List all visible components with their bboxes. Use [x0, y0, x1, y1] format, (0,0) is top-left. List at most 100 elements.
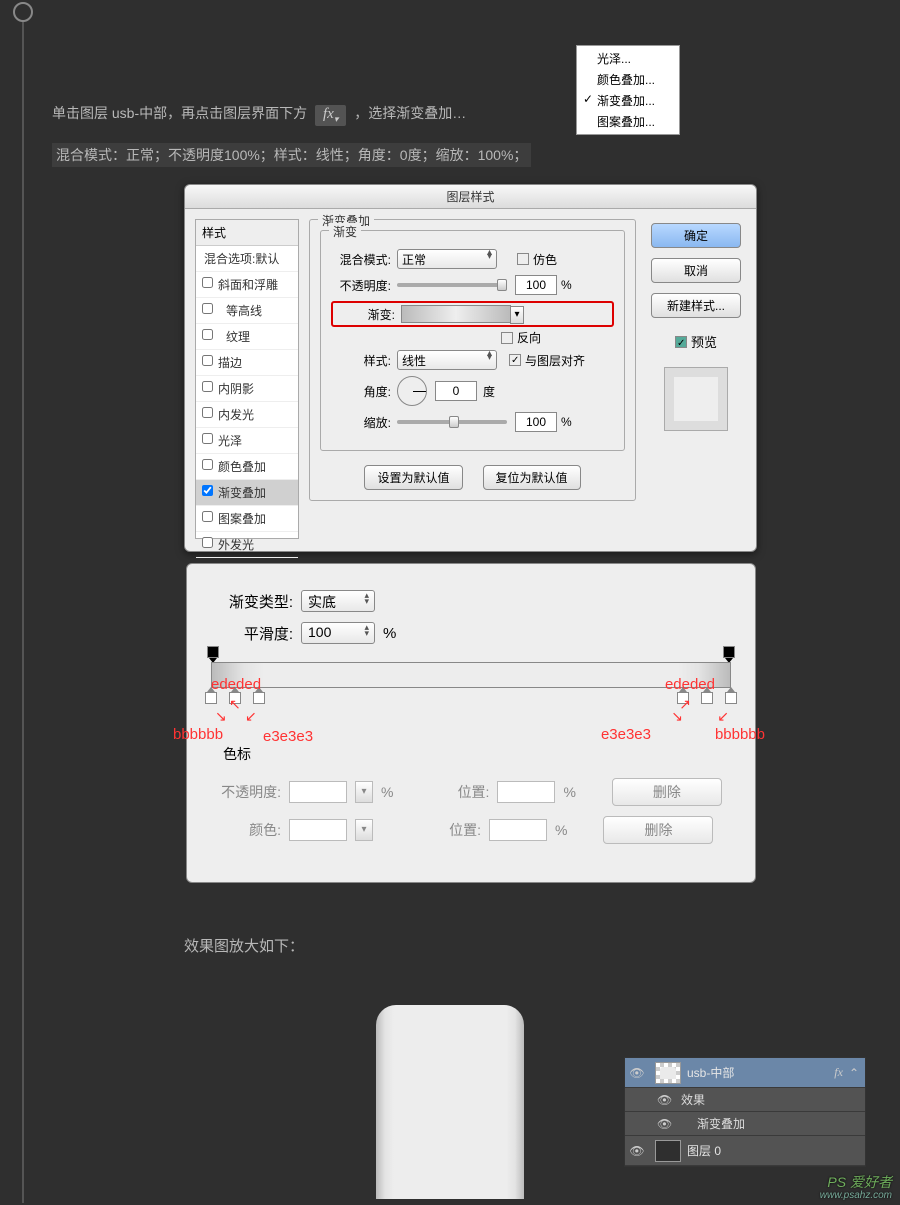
settings-panel: 渐变叠加 渐变 混合模式: 正常 仿色 不透明度: 100 % [299, 219, 646, 539]
blend-mode-select[interactable]: 正常 [397, 249, 497, 269]
position-input-2[interactable] [489, 819, 547, 841]
gradient-editor: 渐变类型: 实底 平滑度: 100 % ededed ededed ↖ ↗ bb… [186, 563, 756, 883]
gradient-bar[interactable] [211, 662, 731, 688]
arrow-icon: ↘ [215, 708, 227, 725]
percent-label-2: % [561, 415, 572, 429]
style-pattern-overlay[interactable]: 图案叠加 [196, 506, 298, 532]
instruction-1: 单击图层 usb-中部，再点击图层界面下方 fx▾ ，选择渐变叠加… [52, 103, 466, 126]
position-label: 位置: [449, 782, 489, 802]
color-overlay-checkbox[interactable] [202, 459, 213, 470]
color-dropdown[interactable]: ▾ [355, 819, 373, 841]
style-stroke[interactable]: 描边 [196, 350, 298, 376]
new-style-button[interactable]: 新建样式... [651, 293, 741, 318]
scale-label: 缩放: [331, 414, 391, 431]
dither-checkbox[interactable] [517, 253, 529, 265]
style-inner-shadow[interactable]: 内阴影 [196, 376, 298, 402]
angle-dial[interactable] [397, 376, 427, 406]
layer-row-bg[interactable]: 👁 图层 0 [625, 1136, 865, 1166]
style-bevel[interactable]: 斜面和浮雕 [196, 272, 298, 298]
align-checkbox[interactable] [509, 354, 521, 366]
timeline-line [22, 3, 24, 1203]
instruction-2: 混合模式：正常；不透明度100%；样式：线性；角度：0度；缩放：100%； [52, 143, 531, 167]
scale-slider[interactable] [397, 420, 507, 424]
contour-checkbox[interactable] [202, 303, 213, 314]
menu-item-gradient-overlay[interactable]: 渐变叠加... [577, 90, 679, 111]
gradient-bar-container: ededed ededed ↖ ↗ bbbbbb ↘ e3e3e3 ↙ e3e3… [203, 662, 739, 688]
bevel-checkbox[interactable] [202, 277, 213, 288]
style-contour[interactable]: 等高线 [196, 298, 298, 324]
gradient-picker[interactable] [401, 305, 511, 323]
style-gradient-overlay[interactable]: 渐变叠加 [196, 480, 298, 506]
opacity-stop-right[interactable] [723, 646, 735, 660]
preview-label: 预览 [691, 332, 717, 351]
label-bbbbbb-l: bbbbbb [173, 726, 223, 743]
position-label-2: 位置: [441, 820, 481, 840]
delete-color-button[interactable]: 删除 [603, 816, 713, 844]
stroke-checkbox[interactable] [202, 355, 213, 366]
dither-label: 仿色 [533, 251, 557, 268]
color-swatch[interactable] [289, 819, 347, 841]
ok-button[interactable]: 确定 [651, 223, 741, 248]
reverse-checkbox[interactable] [501, 332, 513, 344]
dialog-buttons: 确定 取消 新建样式... 预览 [646, 219, 746, 539]
style-color-overlay[interactable]: 颜色叠加 [196, 454, 298, 480]
layer-thumbnail[interactable] [655, 1140, 681, 1162]
outer-glow-checkbox[interactable] [202, 537, 213, 548]
result-caption: 效果图放大如下： [184, 935, 304, 956]
blend-options-default[interactable]: 混合选项:默认 [196, 246, 298, 272]
layers-panel: 👁 usb-中部 fx ⌃ 👁 效果 👁 渐变叠加 👁 图层 0 [624, 1057, 866, 1167]
scale-input[interactable]: 100 [515, 412, 557, 432]
inner-glow-checkbox[interactable] [202, 407, 213, 418]
texture-checkbox[interactable] [202, 329, 213, 340]
visibility-icon[interactable]: 👁 [657, 1093, 672, 1107]
layer-effects-row[interactable]: 👁 效果 [625, 1088, 865, 1112]
cancel-button[interactable]: 取消 [651, 258, 741, 283]
visibility-icon[interactable]: 👁 [657, 1117, 672, 1131]
preview-checkbox[interactable] [675, 336, 687, 348]
smoothness-select[interactable]: 100 [301, 622, 375, 644]
visibility-icon[interactable]: 👁 [625, 1066, 649, 1080]
delete-opacity-button[interactable]: 删除 [612, 778, 722, 806]
menu-item-satin[interactable]: 光泽... [577, 48, 679, 69]
satin-checkbox[interactable] [202, 433, 213, 444]
style-outer-glow[interactable]: 外发光 [196, 532, 298, 558]
reverse-label: 反向 [517, 329, 541, 346]
reset-default-button[interactable]: 复位为默认值 [483, 465, 581, 490]
layer-row-usb[interactable]: 👁 usb-中部 fx ⌃ [625, 1058, 865, 1088]
layer-thumbnail[interactable] [655, 1062, 681, 1084]
styles-header[interactable]: 样式 [196, 220, 298, 246]
pct: % [563, 784, 575, 800]
style-satin[interactable]: 光泽 [196, 428, 298, 454]
fx-badge-icon[interactable]: fx [834, 1065, 843, 1080]
style-inner-glow[interactable]: 内发光 [196, 402, 298, 428]
opacity-label: 不透明度: [331, 277, 391, 294]
gradient-type-select[interactable]: 实底 [301, 590, 375, 612]
opacity-ctrl-label: 不透明度: [211, 782, 281, 802]
style-select[interactable]: 线性 [397, 350, 497, 370]
opacity-stop-left[interactable] [207, 646, 219, 660]
opacity-ctrl-dropdown[interactable]: ▾ [355, 781, 373, 803]
angle-input[interactable]: 0 [435, 381, 477, 401]
opacity-ctrl-input[interactable] [289, 781, 347, 803]
menu-item-color-overlay[interactable]: 颜色叠加... [577, 69, 679, 90]
label-e3e3e3-r: e3e3e3 [601, 726, 651, 743]
color-stop-6[interactable] [725, 690, 737, 704]
gradient-overlay-checkbox[interactable] [202, 485, 213, 496]
blend-mode-label: 混合模式: [331, 251, 391, 268]
chevron-down-icon[interactable]: ⌃ [849, 1066, 859, 1080]
visibility-icon[interactable]: 👁 [625, 1144, 649, 1158]
style-texture[interactable]: 纹理 [196, 324, 298, 350]
pattern-overlay-checkbox[interactable] [202, 511, 213, 522]
opacity-slider[interactable] [397, 283, 507, 287]
set-default-button[interactable]: 设置为默认值 [364, 465, 462, 490]
layer-gradient-overlay-row[interactable]: 👁 渐变叠加 [625, 1112, 865, 1136]
opacity-input[interactable]: 100 [515, 275, 557, 295]
smoothness-label: 平滑度: [203, 623, 293, 644]
timeline-dot [13, 2, 33, 22]
inner-shadow-checkbox[interactable] [202, 381, 213, 392]
context-menu: 光泽... 颜色叠加... 渐变叠加... 图案叠加... [576, 45, 680, 135]
stops-label: 色标 [223, 744, 759, 764]
preview-swatch [664, 367, 728, 431]
position-input[interactable] [497, 781, 555, 803]
menu-item-pattern-overlay[interactable]: 图案叠加... [577, 111, 679, 132]
